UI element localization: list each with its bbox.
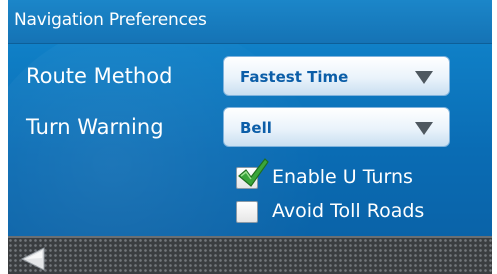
screen: Navigation Preferences Route Method Fast… [0, 0, 497, 274]
avoid-toll-roads-checkbox[interactable] [236, 201, 258, 223]
route-method-dropdown[interactable]: Fastest Time [223, 56, 450, 96]
enable-u-turns-checkbox[interactable] [236, 158, 269, 189]
bottom-toolbar [8, 236, 492, 274]
route-method-value: Fastest Time [240, 68, 349, 86]
turn-warning-dropdown[interactable]: Bell [223, 107, 450, 147]
turn-warning-value: Bell [240, 119, 272, 137]
chevron-down-icon [415, 122, 433, 135]
preferences-panel: Navigation Preferences Route Method Fast… [8, 0, 492, 274]
avoid-toll-roads-label: Avoid Toll Roads [272, 200, 425, 222]
header-bar: Navigation Preferences [8, 0, 492, 44]
turn-warning-label: Turn Warning [26, 115, 164, 139]
page-title: Navigation Preferences [14, 10, 207, 30]
back-arrow-icon[interactable] [20, 246, 48, 272]
route-method-label: Route Method [26, 64, 173, 88]
checkmark-icon [238, 158, 269, 187]
enable-u-turns-label: Enable U Turns [272, 166, 413, 188]
chevron-down-icon [415, 71, 433, 84]
